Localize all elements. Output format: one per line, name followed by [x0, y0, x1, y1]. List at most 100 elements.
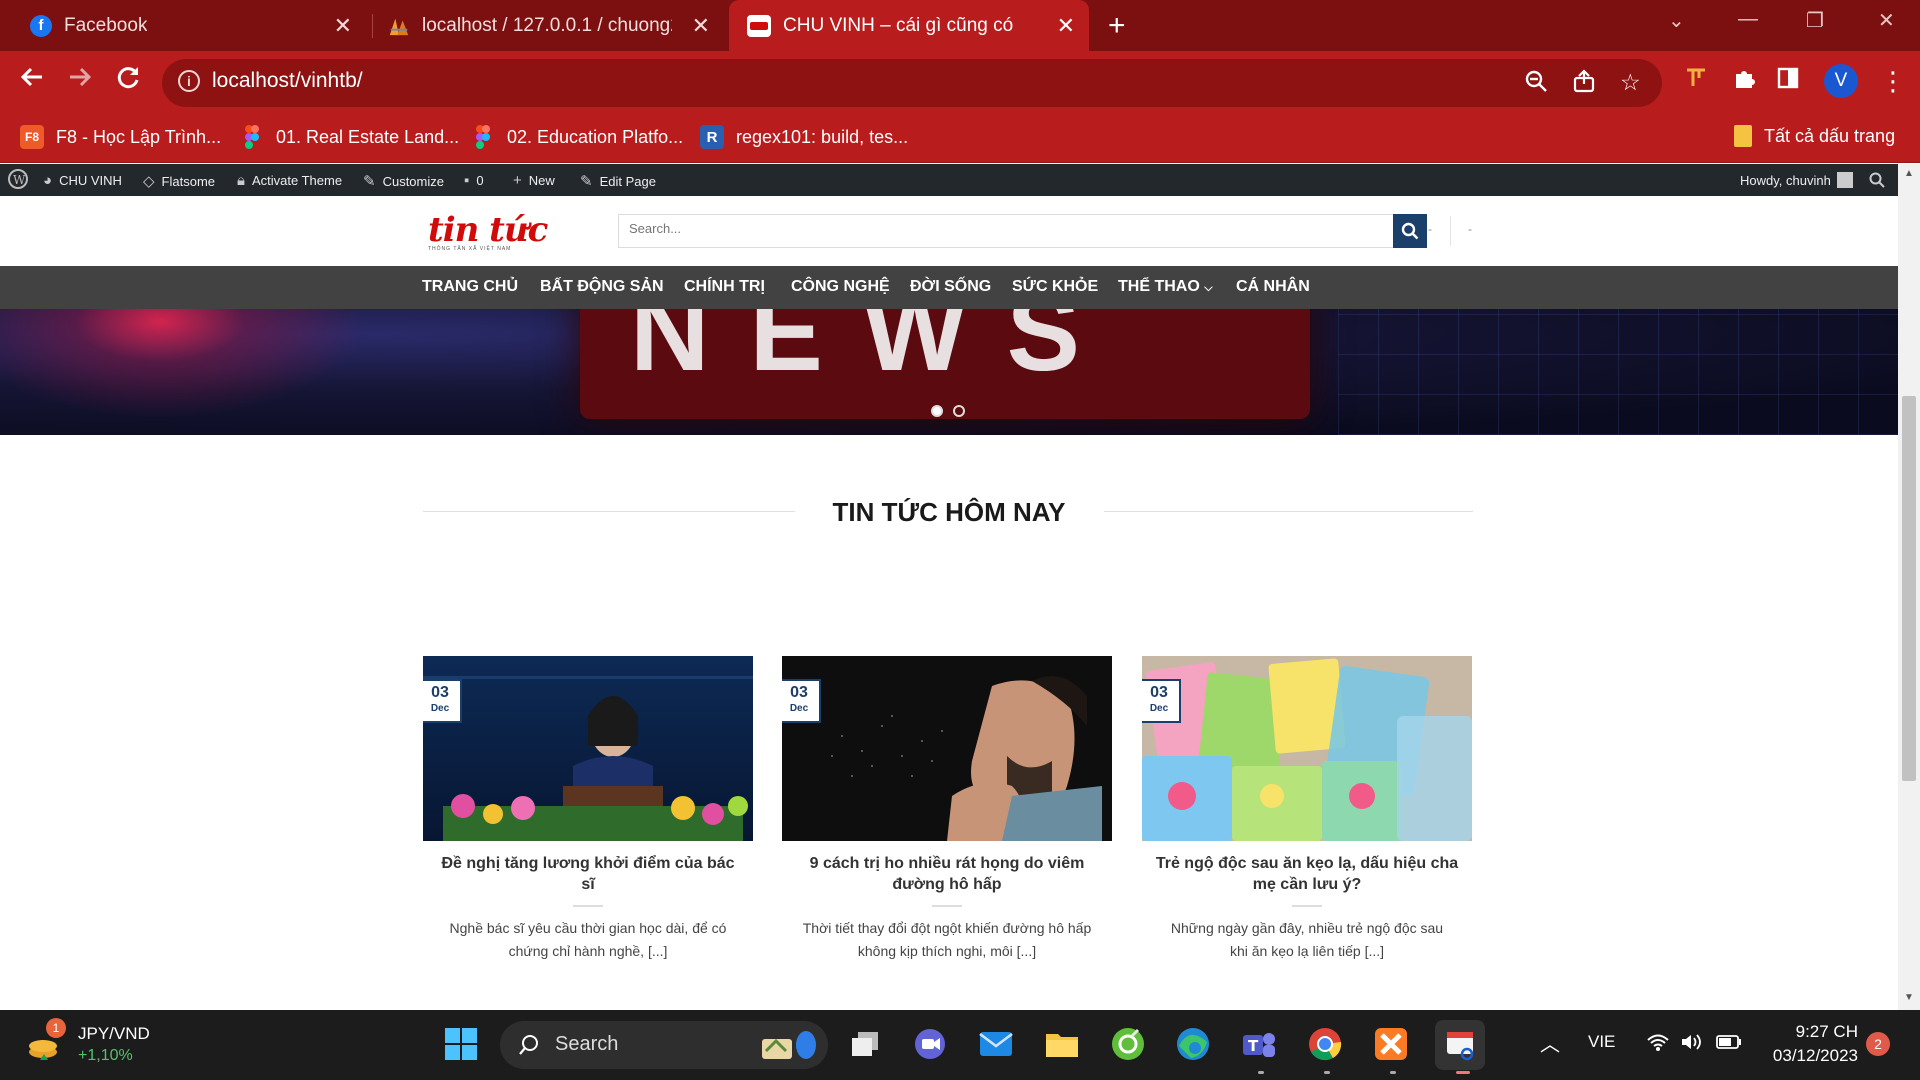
wp-customize[interactable]: ✎ Customize	[363, 172, 444, 190]
site-info-icon[interactable]: i	[178, 70, 200, 92]
wp-edit-page[interactable]: ✎ Edit Page	[580, 172, 656, 190]
side-panel-icon[interactable]	[1776, 66, 1800, 97]
nav-trang-chu[interactable]: TRANG CHỦ	[422, 278, 518, 296]
bookmark-star-icon[interactable]: ☆	[1620, 69, 1641, 96]
post-thumbnail[interactable]: 03 Dec	[1142, 656, 1472, 841]
bookmark-education[interactable]: 02. Education Platfo...	[471, 125, 683, 149]
zoom-icon[interactable]	[1524, 69, 1548, 99]
mail-icon[interactable]	[977, 1025, 1015, 1063]
figma-icon	[471, 125, 495, 149]
extension-icon[interactable]	[1684, 66, 1708, 97]
profile-avatar[interactable]: V	[1824, 64, 1858, 98]
teams-icon[interactable]: T	[1240, 1025, 1278, 1063]
close-tab-icon[interactable]: ✕	[1057, 13, 1075, 39]
restore-button[interactable]: ❐	[1806, 8, 1824, 33]
nav-bat-dong-san[interactable]: BẤT ĐỘNG SẢN	[540, 278, 664, 296]
language-indicator[interactable]: VIE	[1588, 1032, 1615, 1052]
wp-admin-bar: W ◕ CHU VINH ◇ Flatsome 🔒︎ Activate Them…	[0, 164, 1898, 196]
chrome-icon[interactable]	[1306, 1025, 1344, 1063]
tab-phpmyadmin[interactable]: localhost / 127.0.0.1 / chuong2 | ✕	[374, 0, 724, 51]
greenshot-icon[interactable]	[1109, 1025, 1147, 1063]
wp-comments[interactable]: ▪ 0	[464, 172, 484, 189]
taskbar-search[interactable]: Search	[500, 1021, 828, 1069]
wp-flatsome[interactable]: ◇ Flatsome	[143, 172, 215, 190]
notification-badge[interactable]: 2	[1866, 1032, 1890, 1056]
extensions-puzzle-icon[interactable]	[1732, 66, 1756, 97]
post-excerpt: Nghề bác sĩ yêu cầu thời gian học dài, đ…	[449, 920, 727, 959]
slider-dot-1[interactable]	[931, 405, 943, 417]
teams-chat-icon[interactable]	[911, 1025, 949, 1063]
post-title[interactable]: 9 cách trị ho nhiều rát họng do viêm đườ…	[782, 853, 1112, 895]
search-button[interactable]	[1393, 214, 1427, 248]
close-window-button[interactable]: ✕	[1878, 8, 1895, 33]
wp-search-icon[interactable]	[1869, 172, 1885, 188]
forward-button[interactable]	[66, 63, 94, 98]
address-bar[interactable]: i localhost/vinhtb/ ☆	[162, 59, 1662, 107]
snipping-tool-icon[interactable]	[1435, 1020, 1485, 1070]
stock-widget[interactable]: 1 JPY/VND +1,10%	[26, 1018, 150, 1069]
svg-text:W: W	[13, 173, 26, 187]
post-date-badge: 03 Dec	[1142, 679, 1181, 723]
search-field[interactable]	[618, 214, 1395, 248]
url-text[interactable]: localhost/vinhtb/	[212, 69, 363, 93]
wp-new[interactable]: + New	[513, 172, 555, 189]
page-scrollbar[interactable]: ▲ ▼	[1898, 164, 1920, 1010]
header-dash: -	[1468, 222, 1472, 236]
tab-facebook[interactable]: f Facebook ✕	[14, 0, 366, 51]
new-tab-button[interactable]: +	[1108, 9, 1126, 43]
post-title[interactable]: Trẻ ngộ độc sau ăn kẹo lạ, dấu hiệu cha …	[1142, 853, 1472, 895]
wp-site-name[interactable]: ◕ CHU VINH	[43, 172, 122, 189]
show-hidden-icons-chevron-icon[interactable]: ︿	[1540, 1028, 1560, 1057]
slider-dot-2[interactable]	[953, 405, 965, 417]
xampp-icon[interactable]	[1372, 1025, 1410, 1063]
comment-icon: ▪	[464, 172, 470, 189]
bookmark-real-estate[interactable]: 01. Real Estate Land...	[240, 125, 459, 149]
post-thumbnail[interactable]: 03 Dec	[423, 656, 753, 841]
all-bookmarks[interactable]: Tất cả dấu trang	[1734, 125, 1895, 147]
edge-icon[interactable]	[1174, 1025, 1212, 1063]
search-input[interactable]	[629, 221, 1329, 236]
bookmark-regex101[interactable]: R regex101: build, tes...	[700, 125, 908, 149]
clock[interactable]: 9:27 CH 03/12/2023	[1758, 1022, 1858, 1066]
reload-button[interactable]	[114, 63, 142, 98]
running-indicator	[1258, 1071, 1264, 1074]
bookmark-label: 02. Education Platfo...	[507, 126, 684, 147]
nav-doi-song[interactable]: ĐỜI SỐNG	[910, 278, 991, 296]
scroll-down-arrow-icon[interactable]: ▼	[1904, 992, 1914, 1003]
wifi-icon[interactable]	[1646, 1032, 1670, 1057]
nav-chinh-tri[interactable]: CHÍNH TRỊ	[684, 278, 765, 296]
close-tab-icon[interactable]: ✕	[334, 13, 352, 39]
tab-search-icon[interactable]: ⌄	[1668, 8, 1685, 33]
volume-icon[interactable]	[1680, 1032, 1702, 1057]
menu-kebab-icon[interactable]: ⋮	[1880, 66, 1906, 97]
share-icon[interactable]	[1572, 69, 1596, 99]
scrollbar-thumb[interactable]	[1902, 396, 1916, 781]
site-logo[interactable]: tin tức THÔNG TẤN XÃ VIỆT NAM	[428, 210, 548, 252]
regex101-icon: R	[700, 125, 724, 149]
close-tab-icon[interactable]: ✕	[692, 13, 710, 39]
wp-howdy[interactable]: Howdy, chuvinh	[1740, 172, 1853, 188]
file-explorer-icon[interactable]	[1043, 1025, 1081, 1063]
battery-icon[interactable]	[1716, 1034, 1742, 1055]
post-card[interactable]: 03 Dec Trẻ ngộ độc sau ăn kẹo lạ, dấu hi…	[1142, 656, 1472, 963]
post-card[interactable]: 03 Dec Đề nghị tăng lương khởi điểm của …	[423, 656, 753, 963]
wp-activate-theme[interactable]: 🔒︎ Activate Theme	[237, 172, 342, 189]
nav-the-thao[interactable]: THỂ THAO ⌵	[1118, 278, 1213, 296]
nav-ca-nhan[interactable]: CÁ NHÂN	[1236, 278, 1310, 296]
start-windows-icon[interactable]	[442, 1025, 480, 1063]
back-button[interactable]	[18, 63, 46, 98]
nav-cong-nghe[interactable]: CÔNG NGHỆ	[791, 278, 890, 296]
tab-chu-vinh[interactable]: CHU VINH – cái gì cũng có ✕	[729, 0, 1089, 51]
post-card[interactable]: 03 Dec 9 cách trị ho nhiều rát họng do v…	[782, 656, 1112, 963]
wordpress-logo-icon[interactable]: W	[8, 169, 28, 189]
post-title[interactable]: Đề nghị tăng lương khởi điểm của bác sĩ	[423, 853, 753, 895]
minimize-button[interactable]: —	[1738, 8, 1758, 31]
task-view-icon[interactable]	[846, 1025, 884, 1063]
bookmark-f8[interactable]: F8 F8 - Học Lập Trình...	[20, 125, 221, 149]
nav-suc-khoe[interactable]: SỨC KHỎE	[1012, 278, 1098, 296]
bookmarks-bar: F8 F8 - Học Lập Trình... 01. Real Estate…	[0, 113, 1920, 163]
post-date-badge: 03 Dec	[423, 679, 462, 723]
all-bookmarks-label: Tất cả dấu trang	[1764, 125, 1896, 146]
post-thumbnail[interactable]: 03 Dec	[782, 656, 1112, 841]
scroll-up-arrow-icon[interactable]: ▲	[1904, 168, 1914, 179]
